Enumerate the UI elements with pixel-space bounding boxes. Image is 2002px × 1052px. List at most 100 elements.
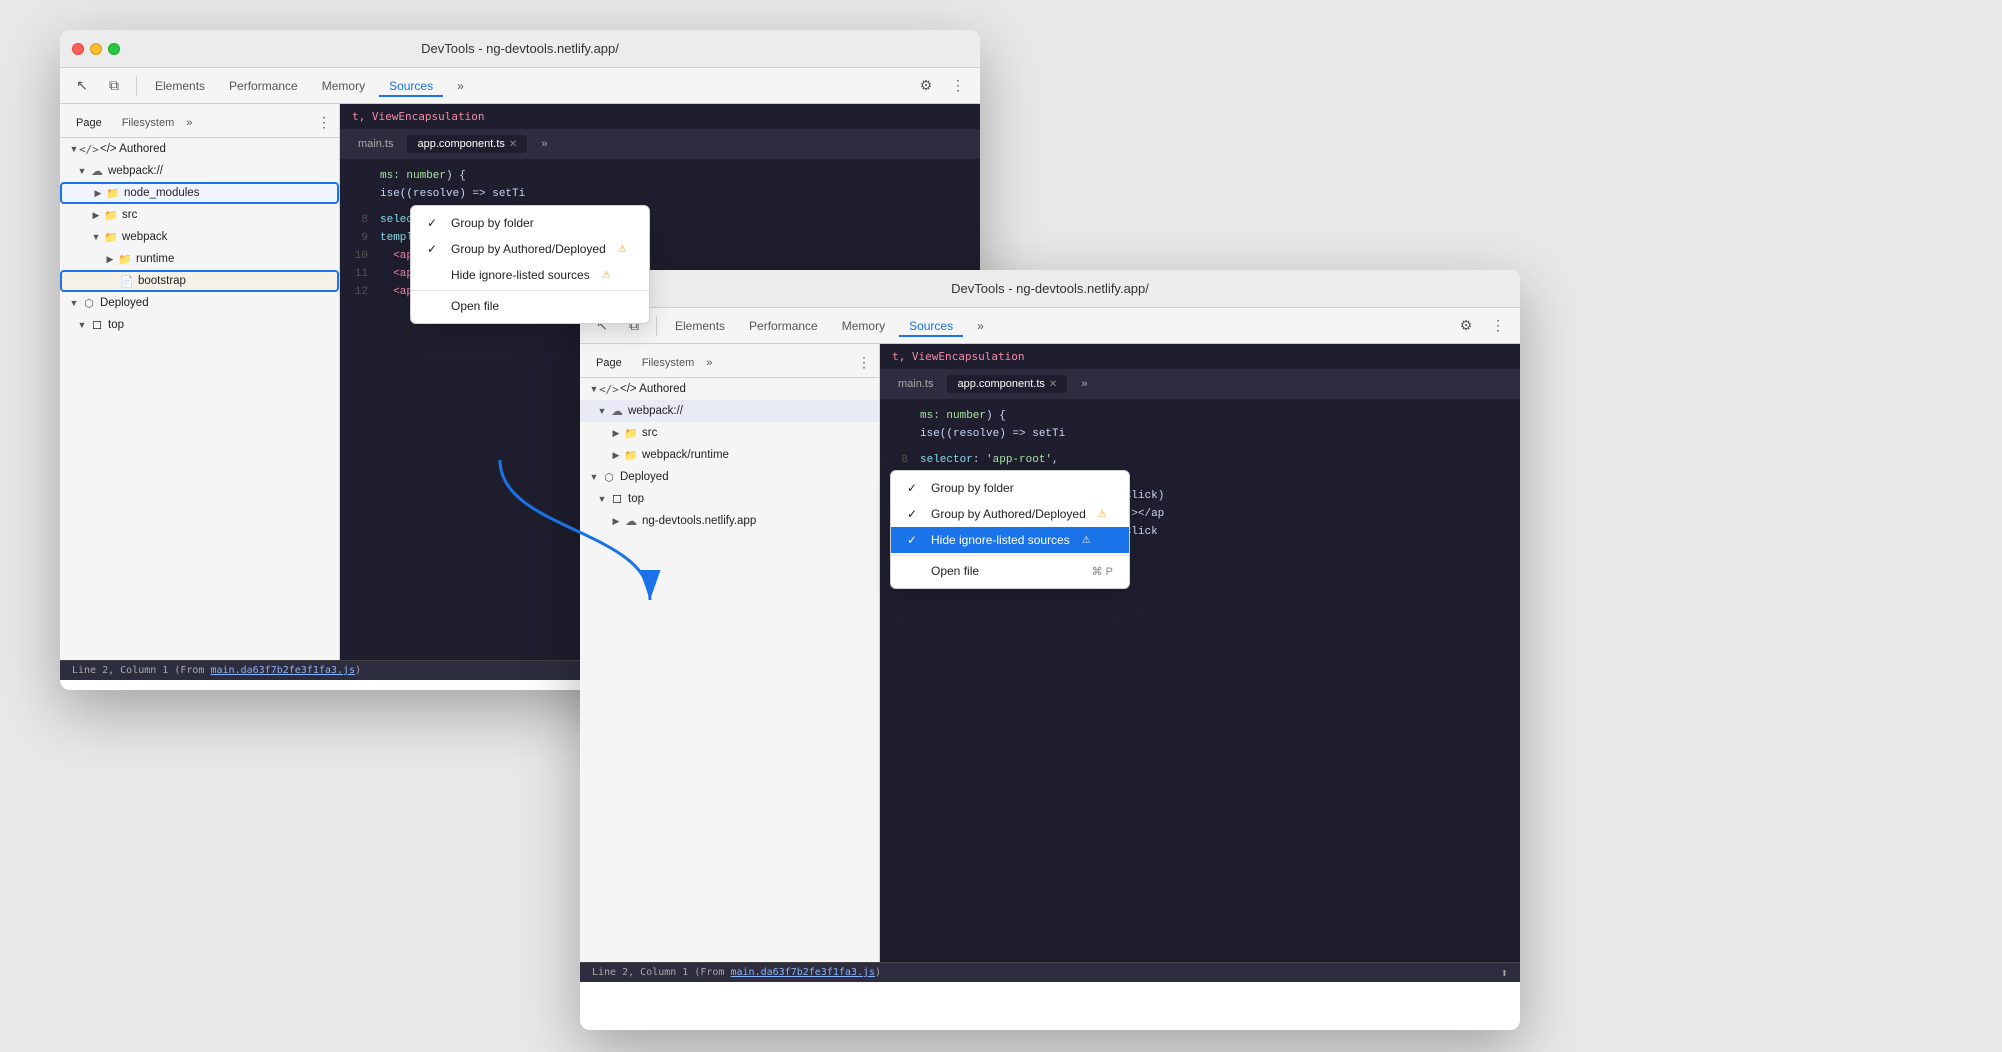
context-menu-back: Group by folder Group by Authored/Deploy… bbox=[410, 205, 650, 324]
menu-group-folder-front[interactable]: Group by folder bbox=[891, 475, 1129, 501]
menu-hide-ignore-back[interactable]: Hide ignore-listed sources ⚠ bbox=[411, 262, 649, 288]
code-tab-app-front[interactable]: app.component.ts ✕ bbox=[947, 375, 1067, 393]
src-label-back: src bbox=[122, 209, 137, 221]
tab-memory-back[interactable]: Memory bbox=[312, 75, 375, 97]
menu-group-authored-front[interactable]: Group by Authored/Deployed ⚠ bbox=[891, 501, 1129, 527]
tab-more-back[interactable]: » bbox=[447, 75, 474, 97]
folder-icon-runtime-back: 📁 bbox=[118, 252, 132, 266]
panel-tabs-front: Page Filesystem » ⋮ bbox=[580, 348, 879, 378]
tab-elements-front[interactable]: Elements bbox=[665, 315, 735, 337]
toolbar-sep-front bbox=[656, 316, 657, 336]
file-icon-bootstrap-back: 📄 bbox=[120, 274, 134, 288]
code-line-front-1: ms: number) { bbox=[880, 407, 1520, 425]
panel-tabs-back: Page Filesystem » ⋮ bbox=[60, 108, 339, 138]
tab-close-back[interactable]: ✕ bbox=[509, 139, 517, 150]
tree-webpack-folder-back[interactable]: ▼ 📁 webpack bbox=[60, 226, 339, 248]
tree-webpack-front[interactable]: ▼ ☁ webpack:// bbox=[580, 400, 879, 422]
authored-label-front: </> Authored bbox=[620, 383, 686, 395]
cursor-icon-back[interactable]: ↖ bbox=[68, 72, 96, 100]
tab-page-front[interactable]: Page bbox=[588, 354, 630, 372]
square-icon-top-back: ☐ bbox=[90, 318, 104, 332]
tab-filesystem-back[interactable]: Filesystem bbox=[114, 114, 183, 132]
tab-sources-back[interactable]: Sources bbox=[379, 75, 443, 97]
cube-icon-deployed-back: ⬡ bbox=[82, 296, 96, 310]
code-tab-more-front[interactable]: » bbox=[1071, 375, 1097, 393]
arrow-top-back: ▼ bbox=[76, 319, 88, 331]
tree-src-back[interactable]: ▶ 📁 src bbox=[60, 204, 339, 226]
tab-sources-front[interactable]: Sources bbox=[899, 315, 963, 337]
warn-icon-ignore-front: ⚠ bbox=[1082, 535, 1091, 546]
tab-filesystem-front[interactable]: Filesystem bbox=[634, 354, 703, 372]
close-button-back[interactable] bbox=[72, 43, 84, 55]
expand-icon-front[interactable]: ⬆ bbox=[1501, 966, 1508, 980]
top-label-back: top bbox=[108, 319, 124, 331]
tree-node-modules-back[interactable]: ▶ 📁 node_modules bbox=[60, 182, 339, 204]
devtools-window-front: DevTools - ng-devtools.netlify.app/ ↖ ⧉ … bbox=[580, 270, 1520, 1030]
window-title-back: DevTools - ng-devtools.netlify.app/ bbox=[421, 41, 619, 56]
window-title-front: DevTools - ng-devtools.netlify.app/ bbox=[951, 281, 1149, 296]
menu-hide-ignore-label-front: Hide ignore-listed sources bbox=[931, 533, 1070, 547]
minimize-button-back[interactable] bbox=[90, 43, 102, 55]
gear-icon-front[interactable]: ⚙ bbox=[1452, 312, 1480, 340]
status-link-front[interactable]: main.da63f7b2fe3f1fa3.js bbox=[730, 967, 875, 978]
maximize-button-back[interactable] bbox=[108, 43, 120, 55]
menu-open-file-front[interactable]: Open file ⌘ P bbox=[891, 558, 1129, 584]
tree-bootstrap-back[interactable]: 📄 bootstrap bbox=[60, 270, 339, 292]
tree-webpack-back[interactable]: ▼ ☁ webpack:// bbox=[60, 160, 339, 182]
tab-performance-back[interactable]: Performance bbox=[219, 75, 308, 97]
arrow-node-modules-back: ▶ bbox=[92, 187, 104, 199]
webpack-label-back: webpack:// bbox=[108, 165, 163, 177]
code-tab-app-back[interactable]: app.component.ts ✕ bbox=[407, 135, 527, 153]
tree-top-back[interactable]: ▼ ☐ top bbox=[60, 314, 339, 336]
panel-dots-back[interactable]: ⋮ bbox=[317, 114, 331, 131]
code-tabs-back: main.ts app.component.ts ✕ » bbox=[340, 129, 980, 159]
menu-group-folder-label-front: Group by folder bbox=[931, 481, 1014, 495]
threedots-icon-front[interactable]: ⋮ bbox=[1484, 312, 1512, 340]
code-tab-more-back[interactable]: » bbox=[531, 135, 557, 153]
panel-tab-more-front[interactable]: » bbox=[706, 357, 712, 369]
code-line-back: ms: number) { bbox=[340, 167, 980, 185]
menu-open-file-label-back: Open file bbox=[451, 299, 499, 313]
status-link-back[interactable]: main.da63f7b2fe3f1fa3.js bbox=[210, 665, 355, 676]
code-line-front-8: 8 selector: 'app-root', bbox=[880, 451, 1520, 469]
menu-hide-ignore-front[interactable]: Hide ignore-listed sources ⚠ bbox=[891, 527, 1129, 553]
toolbar-front: ↖ ⧉ Elements Performance Memory Sources … bbox=[580, 308, 1520, 344]
code-icon-authored-front: </> bbox=[602, 382, 616, 396]
arrow-webpack-folder-back: ▼ bbox=[90, 231, 102, 243]
code-tab-main-front[interactable]: main.ts bbox=[888, 375, 943, 393]
warn-icon-authored-back: ⚠ bbox=[618, 244, 627, 255]
menu-group-authored-label-back: Group by Authored/Deployed bbox=[451, 242, 606, 256]
tree-authored-back[interactable]: ▼ </> </> Authored bbox=[60, 138, 339, 160]
tab-memory-front[interactable]: Memory bbox=[832, 315, 895, 337]
tab-close-front[interactable]: ✕ bbox=[1049, 379, 1057, 390]
mobile-icon-back[interactable]: ⧉ bbox=[100, 72, 128, 100]
arrow-webpack-back: ▼ bbox=[76, 165, 88, 177]
code-icon-authored-back: </> bbox=[82, 142, 96, 156]
tab-more-front[interactable]: » bbox=[967, 315, 994, 337]
warn-icon-authored-front: ⚠ bbox=[1098, 509, 1107, 520]
menu-open-file-back[interactable]: Open file bbox=[411, 293, 649, 319]
code-line-front-2: ise((resolve) => setTi bbox=[880, 425, 1520, 443]
titlebar-back: DevTools - ng-devtools.netlify.app/ bbox=[60, 30, 980, 68]
menu-group-folder-back[interactable]: Group by folder bbox=[411, 210, 649, 236]
tree-runtime-back[interactable]: ▶ 📁 runtime bbox=[60, 248, 339, 270]
tab-page-back[interactable]: Page bbox=[68, 114, 110, 132]
tab-elements-back[interactable]: Elements bbox=[145, 75, 215, 97]
bootstrap-label-back: bootstrap bbox=[138, 275, 186, 287]
webpack-folder-label-back: webpack bbox=[122, 231, 167, 243]
tree-authored-front[interactable]: ▼ </> </> Authored bbox=[580, 378, 879, 400]
gear-icon-back[interactable]: ⚙ bbox=[912, 72, 940, 100]
menu-group-authored-back[interactable]: Group by Authored/Deployed ⚠ bbox=[411, 236, 649, 262]
arrow-runtime-back: ▶ bbox=[104, 253, 116, 265]
panel-dots-front[interactable]: ⋮ bbox=[857, 354, 871, 371]
panel-tab-more-back[interactable]: » bbox=[186, 117, 192, 129]
threedots-icon-back[interactable]: ⋮ bbox=[944, 72, 972, 100]
tab-performance-front[interactable]: Performance bbox=[739, 315, 828, 337]
cloud-icon-webpack-front: ☁ bbox=[610, 404, 624, 418]
tree-deployed-back[interactable]: ▼ ⬡ Deployed bbox=[60, 292, 339, 314]
toolbar-sep-back bbox=[136, 76, 137, 96]
code-area-front: t, ViewEncapsulation main.ts app.compone… bbox=[880, 344, 1520, 962]
menu-hide-ignore-label-back: Hide ignore-listed sources bbox=[451, 268, 590, 282]
context-menu-front: Group by folder Group by Authored/Deploy… bbox=[890, 470, 1130, 589]
code-tab-main-back[interactable]: main.ts bbox=[348, 135, 403, 153]
